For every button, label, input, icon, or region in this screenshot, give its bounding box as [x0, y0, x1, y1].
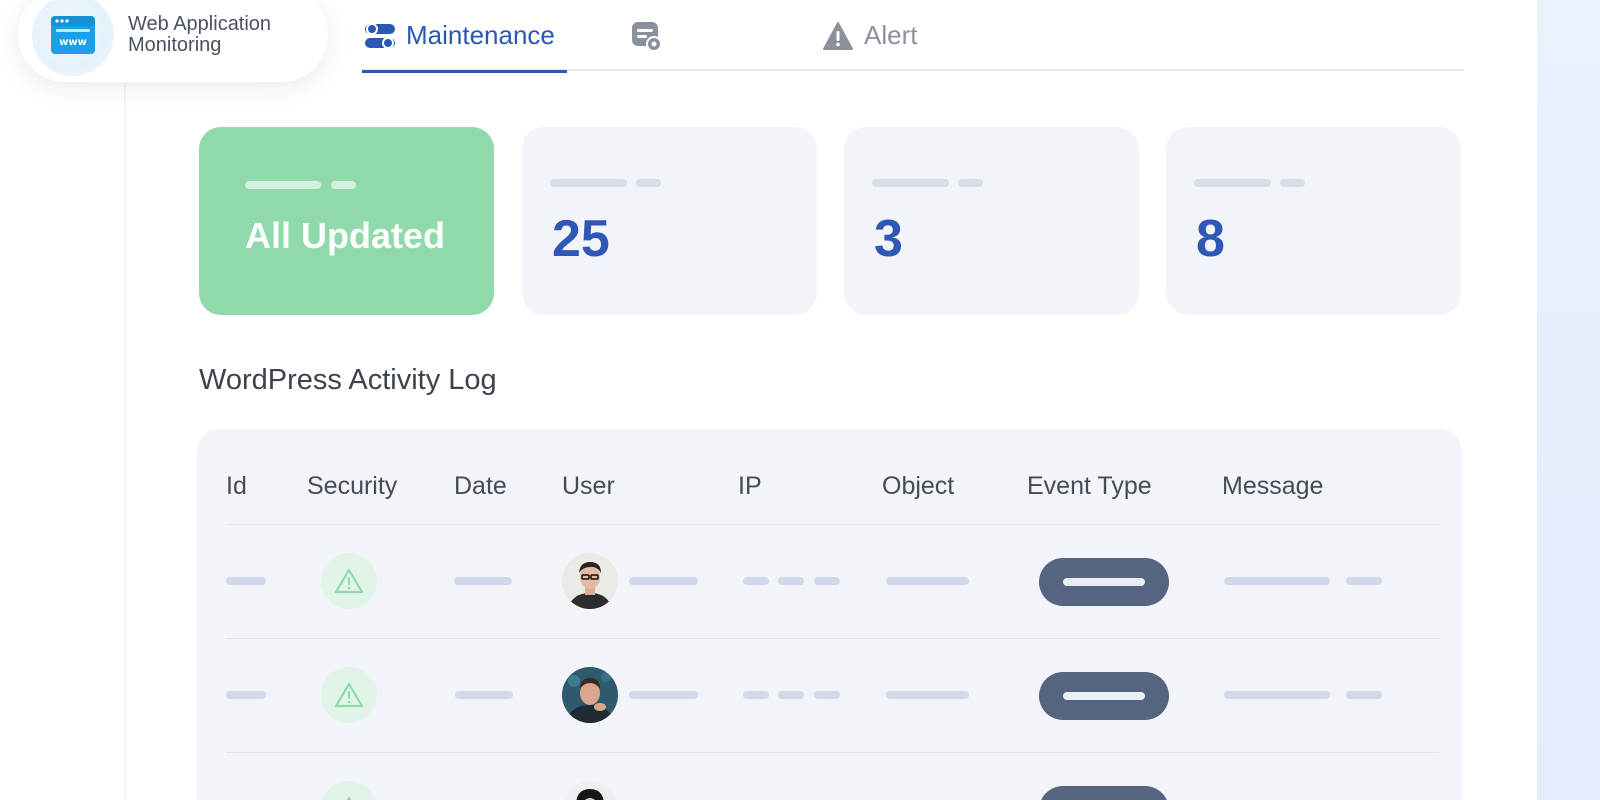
cell-object-placeholder	[886, 577, 969, 585]
column-header-id[interactable]: Id	[226, 472, 247, 501]
user-avatar	[562, 667, 618, 723]
column-header-date[interactable]: Date	[454, 472, 507, 501]
tab-server[interactable]	[630, 0, 672, 71]
card-label-placeholder	[872, 179, 949, 187]
stat-value: 3	[874, 210, 903, 268]
brand-name: Web Application Monitoring	[128, 14, 308, 56]
cell-ip-placeholder	[814, 577, 840, 585]
user-avatar	[562, 781, 618, 800]
column-header-message[interactable]: Message	[1222, 472, 1323, 501]
event-type-placeholder	[1063, 578, 1145, 586]
card-label-placeholder	[958, 179, 983, 187]
background-strip	[1537, 0, 1600, 800]
tab-alert[interactable]: Alert	[822, 0, 917, 71]
svg-text:www: www	[59, 37, 87, 48]
cell-ip-placeholder	[814, 691, 840, 699]
cell-date-placeholder	[454, 577, 512, 585]
stat-card-2[interactable]: 25	[522, 127, 817, 315]
cell-user-placeholder	[629, 577, 698, 585]
user-avatar-2-image	[562, 667, 618, 723]
cell-id-placeholder	[226, 691, 266, 699]
security-badge	[321, 667, 377, 723]
user-avatar-3-image	[562, 781, 618, 800]
cell-ip-placeholder	[778, 691, 804, 699]
brand-line-1: Web Application	[128, 13, 272, 35]
security-badge	[321, 553, 377, 609]
cell-ip-placeholder	[778, 577, 804, 585]
app-brand[interactable]: www Web Application Monitoring	[18, 0, 328, 82]
cell-message-placeholder	[1224, 691, 1330, 699]
user-avatar	[562, 553, 618, 609]
warning-triangle-icon	[823, 21, 853, 50]
header-divider	[226, 524, 1439, 525]
stat-value: 8	[1196, 210, 1225, 268]
column-header-security[interactable]: Security	[307, 472, 397, 501]
active-tab-indicator	[362, 70, 567, 73]
card-label-placeholder	[1194, 179, 1271, 187]
browser-www-icon: www	[51, 16, 95, 54]
cell-ip-placeholder	[743, 691, 769, 699]
card-label-placeholder	[550, 179, 627, 187]
cell-message-placeholder	[1346, 577, 1382, 585]
warning-triangle-outline-icon	[346, 796, 352, 800]
cell-message-placeholder	[1346, 691, 1382, 699]
tab-alert-label: Alert	[864, 20, 918, 50]
warning-triangle-outline-icon	[334, 682, 364, 708]
event-type-pill[interactable]	[1039, 558, 1169, 606]
cell-object-placeholder	[886, 691, 969, 699]
stat-card-4[interactable]: 8	[1166, 127, 1461, 315]
activity-log-table: Id Security Date User IP Object Event Ty…	[197, 429, 1462, 800]
tab-maintenance-label: Maintenance	[406, 20, 555, 50]
card-label-placeholder	[636, 179, 661, 187]
stat-value: All Updated	[245, 215, 446, 256]
event-type-pill[interactable]	[1039, 672, 1169, 720]
column-header-ip[interactable]: IP	[738, 472, 762, 501]
server-settings-icon	[632, 21, 662, 52]
column-header-object[interactable]: Object	[882, 472, 954, 501]
tab-bar: Maintenance Alert	[362, 0, 1464, 73]
cell-user-placeholder	[629, 691, 698, 699]
stat-card-3[interactable]: 3	[844, 127, 1139, 315]
column-header-user[interactable]: User	[562, 472, 615, 501]
cell-ip-placeholder	[743, 577, 769, 585]
user-avatar-1-image	[562, 553, 618, 609]
row-divider	[226, 638, 1439, 639]
warning-triangle-outline-icon	[334, 568, 364, 594]
cell-date-placeholder	[455, 691, 513, 699]
column-header-event-type[interactable]: Event Type	[1027, 472, 1152, 501]
toggle-settings-icon	[365, 22, 395, 49]
cell-id-placeholder	[226, 577, 266, 585]
security-badge	[321, 781, 377, 800]
stat-card-updates[interactable]: All Updated	[199, 127, 494, 315]
card-label-placeholder	[245, 181, 321, 189]
card-label-placeholder	[331, 181, 356, 189]
event-type-pill[interactable]	[1039, 786, 1169, 800]
activity-log-title: WordPress Activity Log	[199, 364, 497, 396]
brand-icon-circle: www	[32, 0, 114, 76]
tab-maintenance[interactable]: Maintenance	[362, 0, 567, 73]
brand-line-2: Monitoring	[128, 34, 222, 56]
cell-message-placeholder	[1224, 577, 1330, 585]
event-type-placeholder	[1063, 692, 1145, 700]
card-label-placeholder	[1280, 179, 1305, 187]
stat-value: 25	[552, 210, 610, 268]
row-divider	[226, 752, 1439, 753]
